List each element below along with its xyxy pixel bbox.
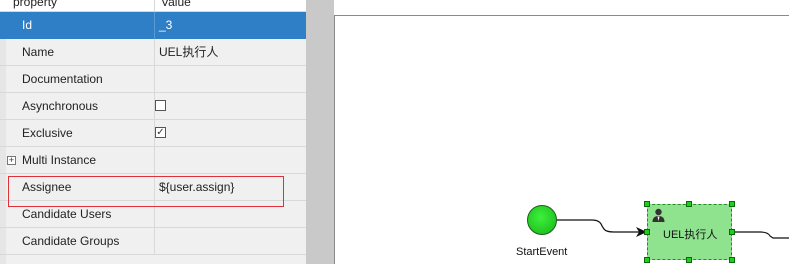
sequence-flow-task-outgoing[interactable]: [732, 231, 789, 239]
resize-handle[interactable]: [729, 229, 735, 235]
resize-handle[interactable]: [644, 229, 650, 235]
resize-handle[interactable]: [644, 201, 650, 207]
start-event-label: StartEvent: [516, 246, 568, 258]
resize-handle[interactable]: [729, 257, 735, 263]
resize-handle[interactable]: [686, 201, 692, 207]
start-event-node[interactable]: [527, 205, 557, 235]
resize-handle[interactable]: [644, 257, 650, 263]
resize-handle[interactable]: [729, 201, 735, 207]
user-task-label: UEL执行人: [663, 229, 718, 241]
user-icon: [652, 208, 665, 222]
resize-handle[interactable]: [686, 257, 692, 263]
sequence-flow-start-to-task[interactable]: [557, 219, 645, 233]
